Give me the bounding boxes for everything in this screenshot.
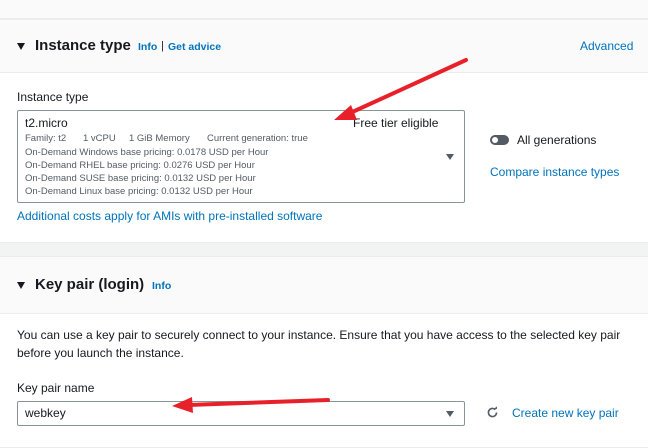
additional-costs-link[interactable]: Additional costs apply for AMIs with pre… (17, 209, 322, 223)
free-tier-badge: Free tier eligible (353, 116, 439, 130)
instance-family: Family: t2 (25, 133, 67, 144)
key-pair-select[interactable]: webkey (17, 401, 465, 426)
key-pair-header[interactable]: Key pair (login) Info (0, 257, 648, 314)
instance-type-field-label: Instance type (17, 90, 89, 104)
key-pair-field-label: Key pair name (17, 381, 95, 395)
all-generations-toggle[interactable]: All generations (490, 132, 630, 148)
instance-type-select[interactable]: t2.micro Free tier eligible Family: t2 1… (17, 110, 465, 203)
pricing-linux: On-Demand Linux base pricing: 0.0132 USD… (25, 186, 253, 197)
get-advice-link[interactable]: Get advice (168, 41, 221, 53)
instance-type-info-link[interactable]: Info (138, 41, 157, 53)
pricing-rhel: On-Demand RHEL base pricing: 0.0276 USD … (25, 160, 255, 171)
dropdown-arrow-icon (446, 411, 454, 417)
create-key-pair-action[interactable]: Create new key pair (486, 404, 626, 422)
instance-generation: Current generation: true (207, 133, 308, 144)
instance-memory: 1 GiB Memory (129, 133, 190, 144)
key-pair-description-line1: You can use a key pair to securely conne… (17, 328, 621, 342)
refresh-icon[interactable] (486, 406, 499, 419)
instance-type-panel: Instance type Info | Get advice Advanced… (0, 19, 648, 243)
instance-vcpu: 1 vCPU (83, 133, 116, 144)
pricing-suse: On-Demand SUSE base pricing: 0.0132 USD … (25, 173, 256, 184)
caret-down-icon[interactable] (17, 282, 25, 289)
key-pair-title: Key pair (login) (35, 276, 145, 293)
advanced-link[interactable]: Advanced (580, 39, 633, 53)
create-new-key-pair-link[interactable]: Create new key pair (512, 406, 619, 420)
key-pair-panel: Key pair (login) Info You can use a key … (0, 256, 648, 448)
key-pair-description-line2: before you launch the instance. (17, 346, 184, 360)
caret-down-icon[interactable] (17, 43, 25, 50)
dropdown-arrow-icon (446, 154, 454, 160)
previous-section-edge (0, 0, 648, 19)
all-generations-label: All generations (517, 133, 597, 147)
pricing-windows: On-Demand Windows base pricing: 0.0178 U… (25, 147, 269, 158)
instance-type-title: Instance type (35, 37, 131, 54)
key-pair-info-link[interactable]: Info (152, 280, 171, 292)
instance-type-name: t2.micro (25, 116, 68, 130)
key-pair-selected-value: webkey (25, 406, 66, 420)
link-separator: | (161, 40, 164, 52)
instance-type-header[interactable]: Instance type Info | Get advice Advanced (0, 20, 648, 73)
compare-instance-types-link[interactable]: Compare instance types (490, 165, 619, 179)
toggle-switch-icon[interactable] (490, 135, 509, 145)
